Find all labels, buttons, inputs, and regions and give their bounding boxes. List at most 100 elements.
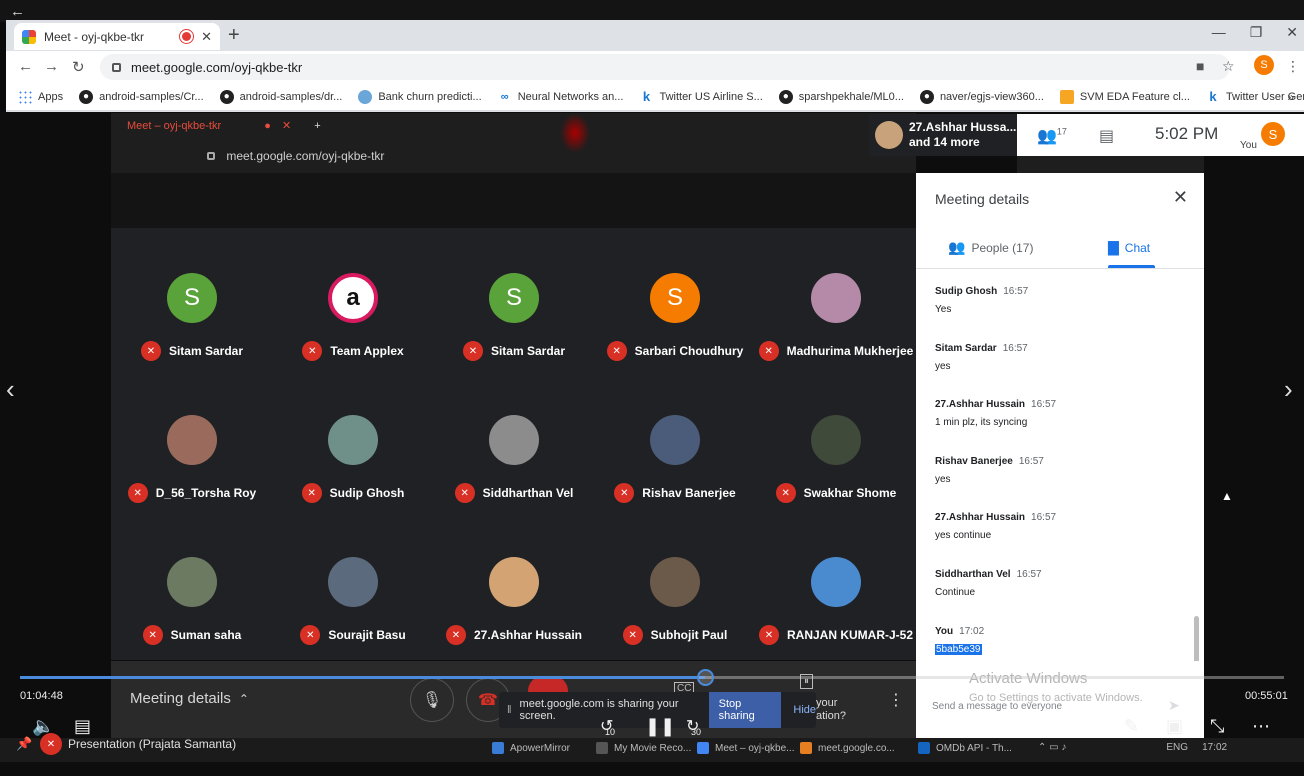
reload-icon[interactable]: ↻ bbox=[72, 58, 85, 76]
people-icon[interactable]: 👥17 bbox=[1037, 126, 1067, 146]
inner-toolbar-strip bbox=[1017, 156, 1204, 173]
profile-avatar[interactable]: S bbox=[1254, 55, 1274, 75]
more-icon[interactable]: ⋯ bbox=[1252, 716, 1270, 737]
participant-tile[interactable]: ✕ Madhurima Mukherjee bbox=[756, 273, 916, 361]
bookmark-item[interactable]: ∞ Neural Networks an... bbox=[498, 90, 624, 104]
close-tab-icon[interactable]: ✕ bbox=[201, 29, 212, 45]
taskbar-app[interactable]: ApowerMirror bbox=[492, 742, 570, 754]
mic-muted-icon: ✕ bbox=[302, 341, 323, 361]
message-time: 17:02 bbox=[959, 625, 985, 637]
participant-tile[interactable]: ✕ Sourajit Basu bbox=[273, 557, 433, 645]
chat-message: 27.Ashhar Hussain 16:57 yes continue bbox=[935, 512, 1056, 541]
next-arrow-icon[interactable]: › bbox=[1284, 374, 1293, 405]
participant-tile[interactable]: ✕ 27.Ashhar Hussain bbox=[434, 557, 594, 645]
tab-people[interactable]: 👥 People (17) bbox=[948, 239, 1033, 256]
new-tab-icon[interactable]: + bbox=[228, 24, 240, 47]
subtitles-icon[interactable]: ▤ bbox=[74, 716, 91, 737]
exit-fullscreen-icon[interactable]: ⤡ bbox=[1210, 716, 1224, 737]
bookmark-item[interactable]: ● naver/egjs-view360... bbox=[919, 89, 1044, 104]
mic-muted-icon: ✕ bbox=[301, 483, 322, 503]
address-bar[interactable]: meet.google.com/oyj-qkbe-tkr bbox=[100, 54, 1230, 80]
back-icon[interactable]: ← bbox=[18, 58, 33, 75]
chat-icon[interactable]: ▤ bbox=[1099, 126, 1114, 146]
apps-icon bbox=[18, 89, 32, 104]
participant-name: Sudip Ghosh bbox=[329, 486, 405, 500]
progress-knob[interactable] bbox=[697, 669, 715, 686]
chat-message: Rishav Banerjee 16:57 yes bbox=[935, 456, 1044, 485]
mic-button[interactable]: 🎙 bbox=[410, 678, 454, 722]
minimize-icon[interactable]: — bbox=[1212, 24, 1226, 41]
participant-name: RANJAN KUMAR-J-52 bbox=[786, 628, 913, 642]
pencil-icon[interactable]: ✎ bbox=[1124, 716, 1139, 737]
menu-icon[interactable]: ⋮ bbox=[1286, 58, 1300, 75]
bookmark-item[interactable]: ● android-samples/Cr... bbox=[79, 89, 204, 104]
participant-tile[interactable]: ✕ RANJAN KUMAR-J-52 bbox=[756, 557, 916, 645]
stop-sharing-button[interactable]: Stop sharing bbox=[708, 692, 782, 728]
forward-icon[interactable]: → bbox=[44, 58, 59, 75]
presenter-chip[interactable]: 27.Ashhar Hussa... and 14 more bbox=[869, 114, 1017, 156]
browser-window: Meet - oyj-qkbe-tkr ✕ + — ❐ ✕ ← → ↻ meet… bbox=[6, 20, 1304, 112]
bookmark-star-icon[interactable]: ☆ bbox=[1222, 58, 1235, 75]
pin-icon[interactable]: 📌 bbox=[16, 736, 32, 752]
message-sender: Rishav Banerjee bbox=[935, 455, 1013, 467]
bookmark-item[interactable]: ● sparshpekhale/ML0... bbox=[778, 89, 904, 104]
bookmark-item[interactable]: SVM EDA Feature cl... bbox=[1059, 89, 1190, 104]
rewind-icon[interactable]: ↺ 10 bbox=[600, 716, 615, 737]
participant-name: Madhurima Mukherjee bbox=[786, 344, 914, 358]
taskbar-app[interactable]: meet.google.co... bbox=[800, 742, 895, 754]
participant-tile[interactable]: ✕ Swakhar Shome bbox=[756, 415, 916, 503]
mic-muted-icon: ✕ bbox=[606, 341, 627, 361]
send-icon[interactable]: ➤ bbox=[1168, 697, 1180, 714]
participant-tile[interactable]: ✕ D_56_Torsha Roy bbox=[112, 415, 272, 503]
participant-tile[interactable]: ✕ Siddharthan Vel bbox=[434, 415, 594, 503]
participant-tile[interactable]: ✕ Sudip Ghosh bbox=[273, 415, 433, 503]
mic-muted-icon: ✕ bbox=[445, 625, 466, 645]
forward-skip-icon[interactable]: ↻ 30 bbox=[686, 716, 701, 737]
app-icon bbox=[596, 742, 608, 754]
more-bookmarks-icon[interactable]: » bbox=[1287, 90, 1294, 104]
mic-muted-icon: ✕ bbox=[622, 625, 643, 645]
hide-button[interactable]: Hide bbox=[793, 704, 816, 716]
taskbar-app[interactable]: My Movie Reco... bbox=[596, 742, 691, 754]
pause-icon[interactable]: ❚❚ bbox=[645, 716, 675, 737]
browser-tab[interactable]: Meet - oyj-qkbe-tkr ✕ bbox=[14, 23, 220, 50]
taskbar-app-label: OMDb API - Th... bbox=[936, 742, 1012, 754]
camera-icon[interactable]: ■ bbox=[1196, 58, 1204, 74]
participant-tile[interactable]: ✕ Rishav Banerjee bbox=[595, 415, 755, 503]
miniplayer-icon[interactable]: ▣ bbox=[1166, 716, 1183, 737]
github-icon: ● bbox=[219, 89, 234, 104]
participant-tile[interactable]: S ✕ Sitam Sardar bbox=[434, 273, 594, 361]
mic-muted-icon: ✕ bbox=[142, 625, 163, 645]
bookmark-item[interactable]: ● android-samples/dr... bbox=[219, 89, 342, 104]
close-window-icon[interactable]: ✕ bbox=[1286, 24, 1298, 41]
taskbar-app[interactable]: OMDb API - Th... bbox=[918, 742, 1012, 754]
message-sender: Siddharthan Vel bbox=[935, 569, 1011, 580]
people-tab-label: People (17) bbox=[971, 240, 1034, 255]
more-options-icon[interactable]: ⋮ bbox=[888, 690, 904, 710]
bookmark-item[interactable]: Apps bbox=[18, 89, 64, 104]
participant-tile[interactable]: ✕ Subhojit Paul bbox=[595, 557, 755, 645]
bookmark-item[interactable]: k Twitter US Airline S... bbox=[639, 89, 763, 104]
participant-tile[interactable]: a ✕ Team Applex bbox=[273, 273, 433, 361]
app-icon bbox=[697, 742, 709, 754]
back-arrow-icon[interactable]: ← bbox=[10, 3, 25, 20]
self-avatar[interactable]: S bbox=[1261, 122, 1285, 146]
participant-tile[interactable]: S ✕ Sarbari Choudhury bbox=[595, 273, 755, 361]
maximize-icon[interactable]: ❐ bbox=[1250, 24, 1263, 41]
participant-tile[interactable]: S ✕ Sitam Sardar bbox=[112, 273, 272, 361]
bookmark-label: android-samples/Cr... bbox=[99, 90, 204, 103]
previous-arrow-icon[interactable]: ‹ bbox=[6, 374, 15, 405]
present-text-1: your bbox=[816, 697, 838, 709]
volume-icon[interactable]: 🔈 bbox=[32, 716, 54, 737]
participant-tile[interactable]: ✕ Suman saha bbox=[112, 557, 272, 645]
meeting-details-button[interactable]: Meeting details ⌃ bbox=[130, 690, 249, 707]
close-panel-icon[interactable]: ✕ bbox=[1173, 187, 1188, 208]
bookmark-item[interactable]: Bank churn predicti... bbox=[358, 89, 482, 104]
mic-muted-icon: ✕ bbox=[127, 483, 148, 503]
bookmark-label: Apps bbox=[38, 90, 64, 103]
progress-bar[interactable] bbox=[20, 669, 1284, 686]
tab-chat[interactable]: ▇ Chat bbox=[1108, 239, 1150, 256]
taskbar-app[interactable]: Meet – oyj-qkbe... bbox=[697, 742, 794, 754]
bookmarks-bar: Apps ● android-samples/Cr... ● android-sampl… bbox=[6, 83, 1304, 111]
chat-input[interactable]: Send a message to everyone bbox=[932, 701, 1062, 712]
